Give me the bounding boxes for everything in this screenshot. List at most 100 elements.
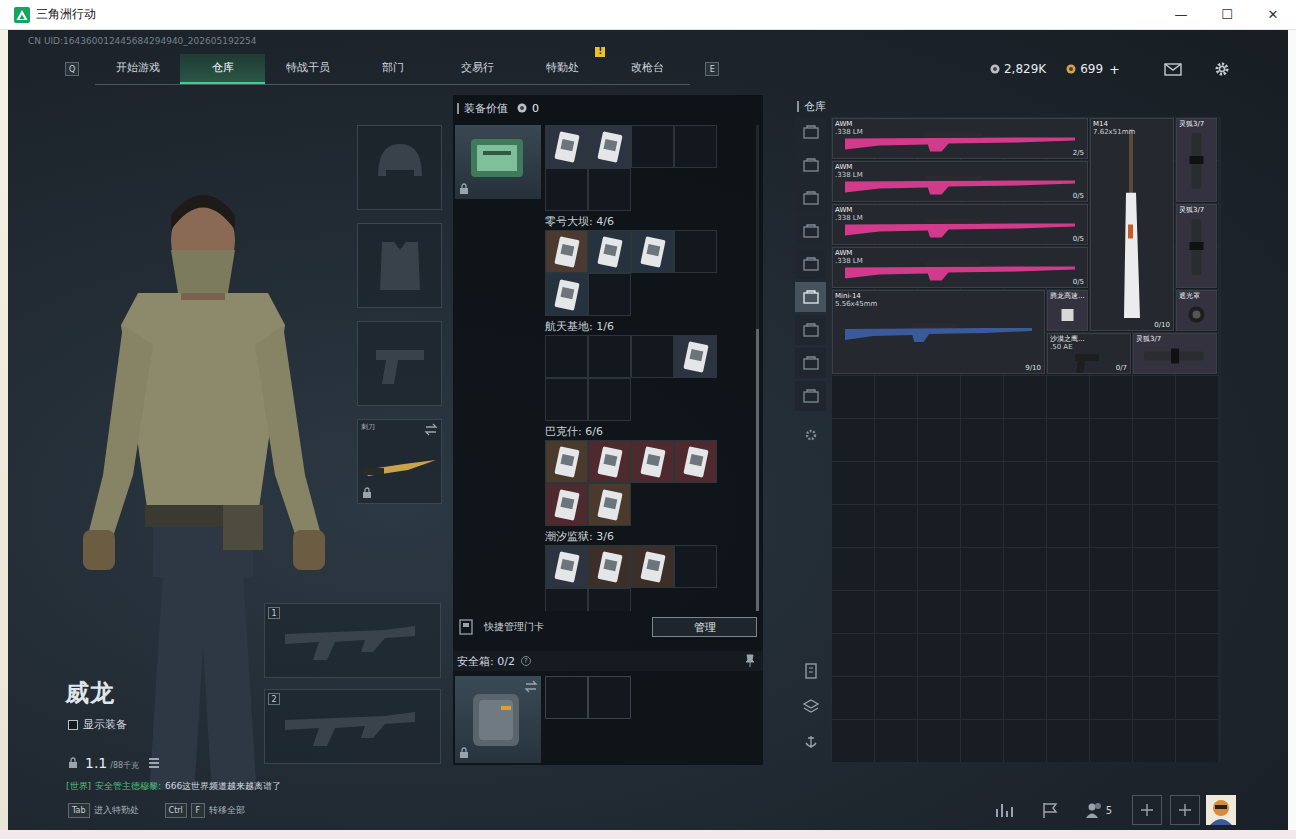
keycard-slot[interactable] [545, 335, 588, 378]
equipment-slot[interactable] [357, 321, 442, 406]
keycard-slot[interactable] [545, 483, 588, 526]
warehouse-tab[interactable] [795, 216, 826, 246]
keycard-slot[interactable] [674, 125, 717, 168]
keycard-slot[interactable] [588, 545, 631, 588]
keycard-slot[interactable] [631, 230, 674, 273]
keycard-holder[interactable] [455, 125, 541, 199]
window-control-button[interactable]: — [1158, 0, 1204, 30]
warehouse-tool-button[interactable] [795, 656, 826, 686]
warehouse-tab[interactable] [795, 348, 826, 378]
warehouse-item[interactable]: 遮光罩 [1176, 290, 1217, 331]
warehouse-tab[interactable] [795, 249, 826, 279]
show-equipment-toggle[interactable]: 显示装备 [68, 717, 127, 732]
add-currency-button[interactable]: + [1109, 62, 1120, 77]
warehouse-tab[interactable] [795, 150, 826, 180]
keycard-slot[interactable] [545, 230, 588, 273]
keycard-slot[interactable] [588, 483, 631, 526]
keycard-slot[interactable] [674, 440, 717, 483]
keycard-slot[interactable] [588, 378, 631, 421]
warehouse-tool-button[interactable] [795, 728, 826, 758]
warehouse-item[interactable]: M147.62x51mm0/10 [1090, 118, 1174, 331]
keycard-slot[interactable] [631, 545, 674, 588]
warehouse-item[interactable]: 沙漠之鹰....50 AE0/7 [1047, 333, 1131, 374]
checkbox[interactable] [68, 720, 78, 730]
nav-tab[interactable]: 部门 [350, 54, 435, 84]
weapon-slot[interactable]: 2 [264, 689, 441, 764]
warehouse-item[interactable]: AWM.338 LM2/5 [832, 118, 1088, 159]
settings-gear-icon[interactable] [1214, 61, 1230, 77]
scrollbar-track[interactable] [1218, 117, 1221, 762]
invite-slot[interactable] [1170, 795, 1200, 825]
nav-tab[interactable]: 开始游戏 [95, 54, 180, 84]
storage-tab-icon [802, 388, 820, 404]
equipment-slot[interactable]: 刺刀 [357, 419, 442, 504]
warehouse-item[interactable]: Mini-145.56x45mm9/10 [832, 290, 1045, 374]
keycard-slot[interactable] [674, 545, 717, 588]
keycard-slot[interactable] [631, 125, 674, 168]
warehouse-item[interactable]: 灵狐3/7 [1176, 204, 1217, 288]
warehouse-item[interactable]: 灵狐3/7 [1176, 118, 1217, 202]
nav-tab[interactable]: 交易行 [435, 54, 520, 84]
list-icon[interactable] [148, 757, 160, 769]
keycard-slot[interactable] [588, 588, 631, 611]
player-avatar[interactable] [1206, 795, 1236, 825]
keycard-slot[interactable] [588, 335, 631, 378]
safe-box[interactable] [455, 676, 541, 763]
hotkey-hint[interactable]: Tab进入特勤处 [68, 803, 139, 818]
equipment-slot[interactable] [357, 223, 442, 308]
safe-box-slot[interactable] [545, 676, 588, 719]
swap-icon[interactable] [424, 423, 438, 437]
item-name: 灵狐3/7 [1179, 120, 1214, 128]
warehouse-item[interactable]: AWM.338 LM0/5 [832, 247, 1088, 288]
warehouse-tab[interactable] [795, 282, 826, 312]
window-control-button[interactable]: ✕ [1250, 0, 1296, 30]
warehouse-tab[interactable] [795, 381, 826, 411]
warehouse-tool-button[interactable] [795, 692, 826, 722]
warehouse-item[interactable]: AWM.338 LM0/5 [832, 204, 1088, 245]
keycard-slot[interactable] [631, 440, 674, 483]
friends-button[interactable]: 5 [1085, 801, 1112, 819]
warehouse-item[interactable]: 腾龙高速... [1047, 290, 1088, 331]
warehouse-item[interactable]: 灵狐3/7 [1133, 333, 1217, 374]
keycard-slot[interactable] [588, 230, 631, 273]
keycard-slot[interactable] [588, 273, 631, 316]
pin-icon[interactable] [743, 654, 757, 668]
keycard-slot[interactable] [674, 230, 717, 273]
warehouse-tab[interactable] [795, 183, 826, 213]
flag-icon[interactable] [1041, 801, 1059, 819]
nav-tab[interactable]: 特勤处! [520, 54, 605, 84]
equipment-slot[interactable] [357, 125, 442, 210]
window-control-button[interactable]: ☐ [1204, 0, 1250, 30]
hotkey-hint[interactable]: CtrlF转移全部 [165, 803, 245, 818]
stats-chart-icon[interactable] [995, 801, 1015, 819]
warehouse-tab[interactable] [795, 315, 826, 345]
keycard-slot[interactable] [545, 273, 588, 316]
warehouse-settings[interactable] [795, 420, 826, 450]
keycard-slot[interactable] [545, 168, 588, 211]
warehouse-item[interactable]: AWM.338 LM0/5 [832, 161, 1088, 202]
keycard-grid [545, 440, 717, 526]
safe-box-slot[interactable] [588, 676, 631, 719]
nav-tab[interactable]: 特战干员 [265, 54, 350, 84]
keycard-slot[interactable] [545, 125, 588, 168]
mail-icon[interactable] [1164, 62, 1182, 77]
nav-tab[interactable]: 仓库 [180, 54, 265, 84]
weapon-slot[interactable]: 1 [264, 603, 441, 678]
help-button[interactable]: ? [521, 656, 531, 666]
keycard-slot[interactable] [588, 168, 631, 211]
keycard-slot[interactable] [545, 588, 588, 611]
scrollbar-thumb[interactable] [756, 329, 759, 611]
scrollbar-track[interactable] [756, 125, 759, 611]
keycard-slot[interactable] [588, 125, 631, 168]
keycard-slot[interactable] [631, 335, 674, 378]
keycard-slot[interactable] [545, 440, 588, 483]
swap-icon[interactable] [524, 680, 538, 694]
nav-tab[interactable]: 改枪台 [605, 54, 690, 84]
keycard-slot[interactable] [674, 335, 717, 378]
keycard-slot[interactable] [545, 378, 588, 421]
keycard-slot[interactable] [588, 440, 631, 483]
manage-button[interactable]: 管理 [652, 617, 757, 637]
warehouse-tab[interactable] [795, 117, 826, 147]
keycard-slot[interactable] [545, 545, 588, 588]
invite-slot[interactable] [1132, 795, 1162, 825]
